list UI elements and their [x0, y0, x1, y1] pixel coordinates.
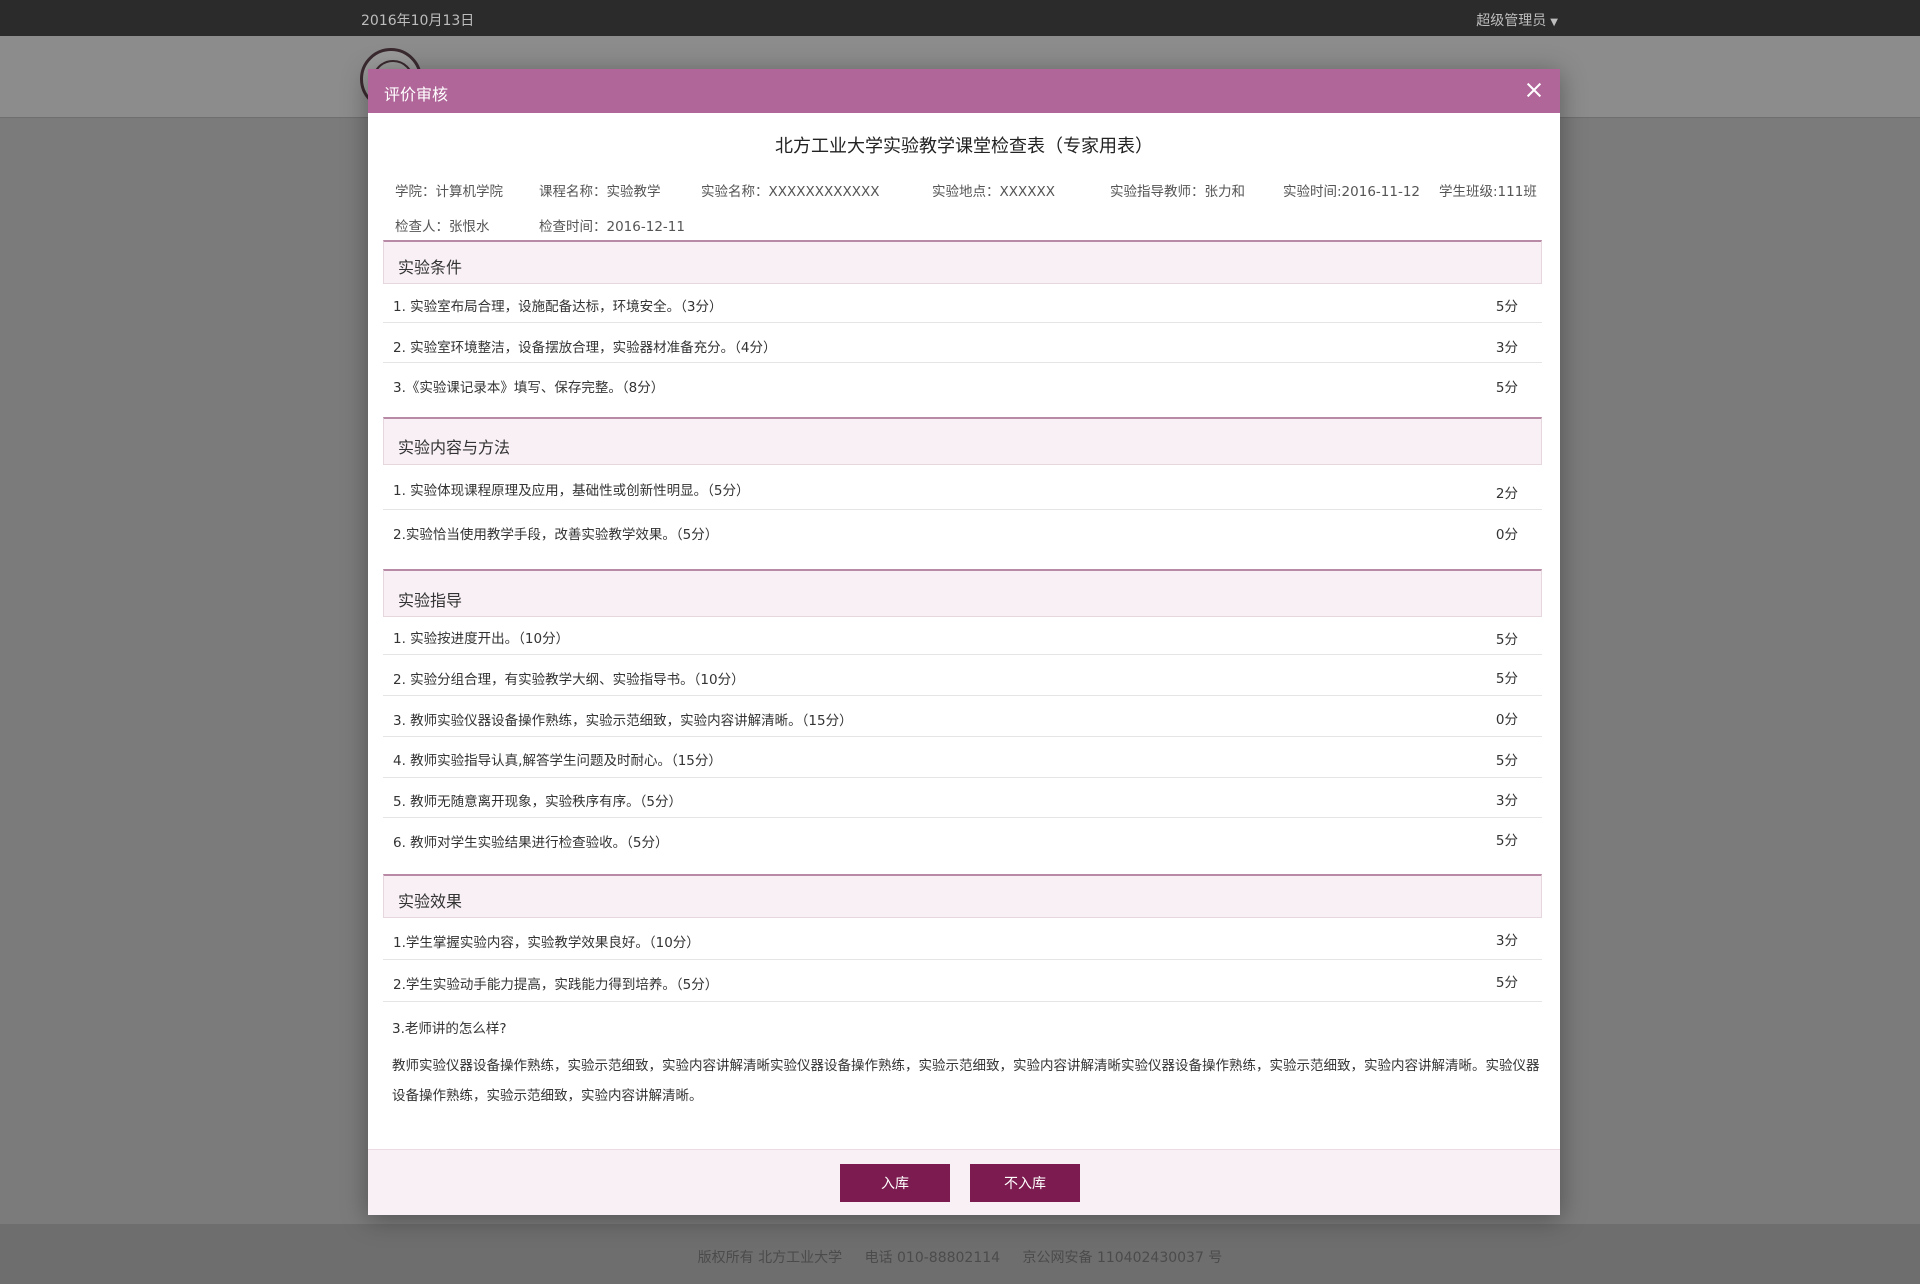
criterion-text: 1.学生掌握实验内容，实验教学效果良好。（10分）: [393, 935, 700, 951]
open-question: 3.老师讲的怎么样? 教师实验仪器设备操作熟练，实验示范细致，实验内容讲解清晰实…: [392, 1017, 1542, 1111]
criterion-text: 6. 教师对学生实验结果进行检查验收。（5分）: [393, 835, 669, 851]
score-value: 5分: [1495, 975, 1518, 991]
section-conditions: 实验条件 1. 实验室布局合理，设施配备达标，环境安全。（3分） 5分 2. 实…: [383, 240, 1542, 417]
review-modal: 评价审核 北方工业大学实验教学课堂检查表（专家用表） 学院：计算机学院 课程名称…: [368, 69, 1560, 1215]
current-date: 2016年10月13日: [361, 13, 475, 29]
criterion-text: 3.《实验课记录本》填写、保存完整。（8分）: [393, 380, 665, 396]
table-row: 2.学生实验动手能力提高，实践能力得到培养。（5分） 5分: [383, 960, 1542, 1002]
info-location: 实验地点：XXXXXX: [932, 184, 1055, 200]
criterion-text: 2. 实验室环境整洁，设备摆放合理，实验器材准备充分。（4分）: [393, 340, 777, 356]
chevron-down-icon: ▼: [1550, 17, 1558, 28]
info-teacher: 实验指导教师：张力和: [1110, 184, 1245, 200]
score-value: 5分: [1495, 380, 1518, 396]
table-row: 1. 实验体现课程原理及应用，基础性或创新性明显。（5分） 2分: [383, 465, 1542, 510]
top-bar: 2016年10月13日 超级管理员 ▼: [0, 0, 1920, 36]
modal-header: 评价审核: [368, 69, 1560, 113]
score-value: 0分: [1495, 527, 1518, 543]
close-icon[interactable]: [1522, 78, 1546, 102]
criterion-text: 1. 实验按进度开出。（10分）: [393, 631, 570, 647]
criterion-text: 2.实验恰当使用教学手段，改善实验教学效果。（5分）: [393, 527, 719, 543]
table-row: 2. 实验分组合理，有实验教学大纲、实验指导书。（10分） 5分: [383, 655, 1542, 696]
section-title: 实验指导: [383, 569, 1542, 617]
site-footer: 版权所有 北方工业大学 电话 010-88802114 京公网安备 110402…: [0, 1224, 1920, 1284]
criterion-text: 3. 教师实验仪器设备操作熟练，实验示范细致，实验内容讲解清晰。（15分）: [393, 713, 853, 729]
section-title: 实验条件: [383, 240, 1542, 284]
score-value: 2分: [1495, 486, 1518, 502]
open-question-answer: 教师实验仪器设备操作熟练，实验示范细致，实验内容讲解清晰实验仪器设备操作熟练，实…: [392, 1058, 1540, 1104]
criterion-text: 4. 教师实验指导认真,解答学生问题及时耐心。（15分）: [393, 753, 722, 769]
form-info: 学院：计算机学院 课程名称：实验教学 实验名称：XXXXXXXXXXXX 实验地…: [368, 158, 1560, 240]
section-title: 实验内容与方法: [383, 417, 1542, 465]
info-experiment: 实验名称：XXXXXXXXXXXX: [701, 184, 880, 200]
form-title: 北方工业大学实验教学课堂检查表（专家用表）: [775, 136, 1153, 157]
section-guidance: 实验指导 1. 实验按进度开出。（10分） 5分 2. 实验分组合理，有实验教学…: [383, 569, 1542, 874]
criterion-text: 2.学生实验动手能力提高，实践能力得到培养。（5分）: [393, 977, 719, 993]
table-row: 5. 教师无随意离开现象，实验秩序有序。（5分） 3分: [383, 778, 1542, 818]
info-inspector: 检查人：张恨水: [395, 219, 490, 235]
criterion-text: 5. 教师无随意离开现象，实验秩序有序。（5分）: [393, 794, 683, 810]
footer-phone: 电话 010-88802114: [864, 1250, 1001, 1266]
table-row: 3.《实验课记录本》填写、保存完整。（8分） 5分: [383, 363, 1542, 417]
score-value: 3分: [1495, 793, 1518, 809]
info-class: 学生班级:111班: [1439, 184, 1537, 200]
section-content-method: 实验内容与方法 1. 实验体现课程原理及应用，基础性或创新性明显。（5分） 2分…: [383, 417, 1542, 569]
user-menu[interactable]: 超级管理员 ▼: [1476, 10, 1558, 30]
footer-copyright: 版权所有 北方工业大学: [697, 1250, 843, 1266]
score-value: 0分: [1495, 712, 1518, 728]
score-value: 5分: [1495, 833, 1518, 849]
section-effect: 实验效果 1.学生掌握实验内容，实验教学效果良好。（10分） 3分 2.学生实验…: [383, 874, 1542, 1002]
table-row: 2.实验恰当使用教学手段，改善实验教学效果。（5分） 0分: [383, 510, 1542, 569]
score-value: 3分: [1495, 933, 1518, 949]
table-row: 4. 教师实验指导认真,解答学生问题及时耐心。（15分） 5分: [383, 737, 1542, 778]
modal-footer: 入库 不入库: [368, 1149, 1560, 1215]
criterion-text: 2. 实验分组合理，有实验教学大纲、实验指导书。（10分）: [393, 672, 745, 688]
info-exp-time: 实验时间:2016-11-12: [1283, 184, 1421, 200]
criterion-text: 1. 实验室布局合理，设施配备达标，环境安全。（3分）: [393, 299, 723, 315]
store-button[interactable]: 入库: [840, 1164, 950, 1202]
footer-icp: 京公网安备 110402430037 号: [1022, 1250, 1223, 1266]
score-value: 5分: [1495, 299, 1518, 315]
section-title: 实验效果: [383, 874, 1542, 918]
no-store-button[interactable]: 不入库: [970, 1164, 1080, 1202]
score-value: 3分: [1495, 340, 1518, 356]
criterion-text: 1. 实验体现课程原理及应用，基础性或创新性明显。（5分）: [393, 483, 750, 499]
modal-title: 评价审核: [384, 85, 449, 104]
info-course: 课程名称：实验教学: [539, 184, 661, 200]
score-value: 5分: [1495, 632, 1518, 648]
table-row: 2. 实验室环境整洁，设备摆放合理，实验器材准备充分。（4分） 3分: [383, 323, 1542, 363]
info-check-time: 检查时间：2016-12-11: [539, 219, 685, 235]
table-row: 1. 实验室布局合理，设施配备达标，环境安全。（3分） 5分: [383, 284, 1542, 323]
table-row: 1.学生掌握实验内容，实验教学效果良好。（10分） 3分: [383, 918, 1542, 960]
table-row: 1. 实验按进度开出。（10分） 5分: [383, 617, 1542, 655]
table-row: 6. 教师对学生实验结果进行检查验收。（5分） 5分: [383, 818, 1542, 874]
score-value: 5分: [1495, 753, 1518, 769]
open-question-label: 3.老师讲的怎么样?: [392, 1021, 507, 1037]
info-college: 学院：计算机学院: [395, 184, 503, 200]
table-row: 3. 教师实验仪器设备操作熟练，实验示范细致，实验内容讲解清晰。（15分） 0分: [383, 696, 1542, 737]
user-name: 超级管理员: [1476, 13, 1547, 29]
score-value: 5分: [1495, 671, 1518, 687]
